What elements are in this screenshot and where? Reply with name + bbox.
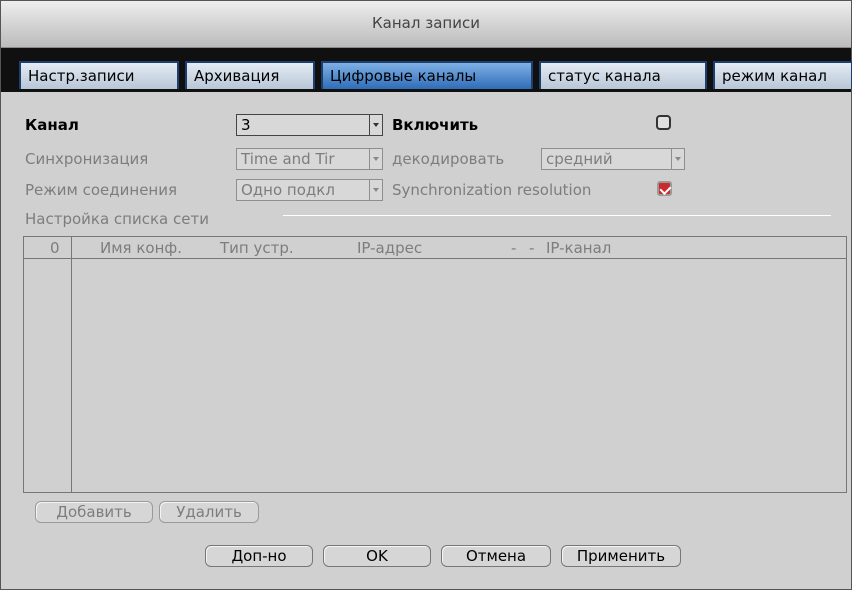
tab-channel-mode[interactable]: режим канал: [713, 61, 852, 89]
sync-resolution-checkbox[interactable]: [657, 181, 672, 196]
tab-digital-channels[interactable]: Цифровые каналы: [321, 61, 533, 89]
sync-resolution-label: Synchronization resolution: [392, 181, 592, 199]
sync-label: Синхронизация: [25, 150, 149, 168]
col-ip-address: IP-адрес: [357, 239, 423, 257]
tab-channel-status[interactable]: статус канала: [539, 61, 707, 89]
col-config-name: Имя конф.: [100, 239, 182, 257]
conn-mode-value: Одно подкл: [241, 181, 335, 199]
chevron-down-icon: [369, 180, 382, 200]
tab-record-settings[interactable]: Настр.записи: [19, 61, 179, 89]
col-index: 0: [50, 239, 60, 257]
channel-select[interactable]: 3: [236, 114, 383, 136]
window-title: Канал записи: [1, 1, 851, 48]
network-list-table[interactable]: 0 Имя конф. Тип устр. IP-адрес - - IP-ка…: [23, 236, 847, 493]
record-channel-window: Канал записи Настр.записи Архивация Цифр…: [0, 0, 852, 590]
col-dash-2: -: [529, 239, 535, 257]
table-header: 0 Имя конф. Тип устр. IP-адрес - - IP-ка…: [24, 237, 846, 259]
conn-mode-label: Режим соединения: [25, 181, 178, 199]
apply-button[interactable]: Применить: [561, 545, 681, 567]
cancel-button[interactable]: Отмена: [441, 545, 551, 567]
ok-button[interactable]: OK: [323, 545, 431, 567]
channel-label: Канал: [25, 116, 79, 134]
sync-select[interactable]: Time and Tir: [236, 148, 383, 170]
tab-archive[interactable]: Архивация: [185, 61, 315, 89]
chevron-down-icon: [369, 115, 382, 135]
channel-value: 3: [241, 116, 251, 134]
decode-label: декодировать: [392, 150, 505, 168]
network-list-section-label: Настройка списка сети: [25, 210, 209, 228]
sync-value: Time and Tir: [241, 150, 335, 168]
index-column-divider: [71, 237, 72, 492]
section-divider: [283, 215, 831, 216]
advanced-button[interactable]: Доп-но: [205, 545, 313, 567]
col-dash-1: -: [511, 239, 517, 257]
enable-checkbox[interactable]: [656, 115, 671, 130]
col-ip-channel: IP-канал: [546, 239, 612, 257]
chevron-down-icon: [671, 149, 684, 169]
decode-select[interactable]: средний: [541, 148, 685, 170]
add-button[interactable]: Добавить: [35, 501, 153, 523]
enable-label: Включить: [392, 116, 479, 134]
chevron-down-icon: [369, 149, 382, 169]
col-device-type: Тип устр.: [220, 239, 294, 257]
conn-mode-select[interactable]: Одно подкл: [236, 179, 383, 201]
decode-value: средний: [546, 150, 613, 168]
delete-button[interactable]: Удалить: [159, 501, 259, 523]
tab-strip: Настр.записи Архивация Цифровые каналы с…: [1, 48, 852, 92]
